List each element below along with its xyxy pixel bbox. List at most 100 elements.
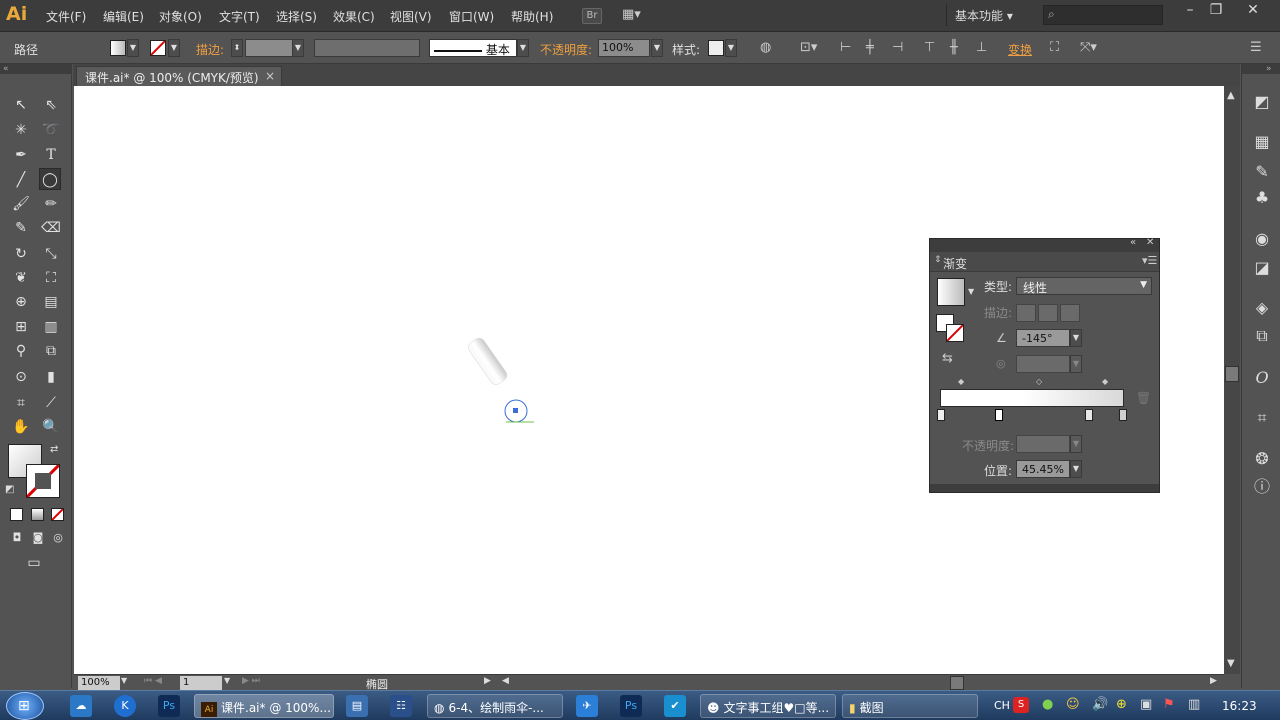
magic-wand-tool-icon[interactable]: ✳: [10, 119, 32, 141]
reverse-gradient-icon[interactable]: ⇆: [942, 351, 953, 366]
gradient-stop-4[interactable]: [1119, 409, 1127, 421]
tray-icon-alert[interactable]: ⚑: [1163, 697, 1175, 712]
taskbar-app-icon-2[interactable]: K: [114, 695, 136, 717]
artboard-number-field[interactable]: 1: [180, 676, 222, 690]
layers-icon[interactable]: ◈: [1250, 296, 1274, 320]
blob-brush-tool-icon[interactable]: ✎: [10, 217, 32, 239]
tray-icon-monitor[interactable]: ▣: [1140, 697, 1152, 712]
taskbar-app-icon-3[interactable]: ▤: [346, 695, 368, 717]
scroll-down-icon[interactable]: ▼: [1227, 658, 1235, 669]
align-center-icon[interactable]: ╪: [866, 40, 874, 55]
stroke-gradient-across-button[interactable]: [1060, 304, 1080, 322]
fill-dropdown-icon[interactable]: ▼: [127, 39, 139, 57]
zoom-field[interactable]: 100%: [78, 676, 120, 690]
slice-tool-icon[interactable]: ⟋: [40, 392, 62, 414]
search-input[interactable]: ⌕: [1043, 5, 1163, 25]
align-bottom-icon[interactable]: ⊥: [976, 40, 987, 55]
pencil-tool-icon[interactable]: ✏: [40, 193, 62, 215]
mesh-tool-icon[interactable]: ⊞: [10, 316, 32, 338]
angle-field[interactable]: -145°: [1016, 329, 1070, 347]
stroke-color-box[interactable]: [26, 464, 60, 498]
midpoint-diamond-3[interactable]: ◆: [1102, 377, 1108, 386]
paintbrush-tool-icon[interactable]: 🖌: [10, 193, 32, 215]
scale-tool-icon[interactable]: ⤡: [40, 243, 62, 265]
menu-help[interactable]: 帮助(H): [511, 8, 553, 25]
opacity-label[interactable]: 不透明度:: [540, 41, 592, 58]
panel-stroke-box[interactable]: [946, 324, 964, 342]
default-colors-icon[interactable]: ◩: [5, 484, 14, 495]
pen-tool-icon[interactable]: ✒: [10, 144, 32, 166]
gradient-stop-1[interactable]: [937, 409, 945, 421]
qq-tray-icon[interactable]: ☺: [1066, 697, 1080, 712]
vertical-scroll-thumb[interactable]: [1225, 366, 1239, 382]
taskbar-app-icon-1[interactable]: ☁: [70, 695, 92, 717]
gradient-panel-menu-icon[interactable]: ▾☰: [1142, 254, 1157, 267]
angle-dropdown-icon[interactable]: ▼: [1070, 329, 1082, 347]
opacity-field[interactable]: 100%: [598, 39, 650, 57]
selection-tool-icon[interactable]: ↖: [10, 94, 32, 116]
align-middle-icon[interactable]: ╫: [950, 40, 958, 55]
menu-effect[interactable]: 效果(C): [333, 8, 375, 25]
lasso-tool-icon[interactable]: ➰: [40, 119, 62, 141]
midpoint-diamond-2[interactable]: ◇: [1036, 377, 1042, 386]
aspect-ratio-dropdown-icon[interactable]: ▼: [1070, 355, 1082, 373]
horizontal-scroll-thumb[interactable]: [950, 676, 964, 690]
umbrella-handle-shape[interactable]: [466, 336, 509, 387]
bridge-button[interactable]: Br: [582, 8, 602, 24]
panel-menu-icon[interactable]: ☰: [1250, 40, 1262, 55]
opacity-dropdown-icon[interactable]: ▼: [651, 39, 663, 57]
transparency-icon[interactable]: ◪: [1250, 256, 1274, 280]
stroke-weight-label[interactable]: 描边:: [196, 41, 224, 58]
stroke-panel-icon[interactable]: ◉: [1250, 227, 1274, 251]
input-method-icon[interactable]: S: [1013, 697, 1029, 713]
menu-window[interactable]: 窗口(W): [449, 8, 494, 25]
stroke-dropdown-icon[interactable]: ▼: [168, 39, 180, 57]
network-tray-icon[interactable]: ▥: [1188, 697, 1200, 712]
status-menu-icon[interactable]: ▶: [484, 676, 491, 686]
zoom-dropdown-icon[interactable]: ▼: [121, 676, 127, 685]
direct-selection-tool-icon[interactable]: ⇖: [40, 94, 62, 116]
close-button[interactable]: ✕: [1238, 2, 1268, 24]
taskbar-app-icon-5[interactable]: ✈: [576, 695, 598, 717]
gradient-slider-bar[interactable]: [940, 389, 1124, 407]
vertical-scrollbar[interactable]: ▲ ▼: [1224, 86, 1240, 674]
stroke-gradient-along-button[interactable]: [1038, 304, 1058, 322]
restore-button[interactable]: ❐: [1201, 2, 1231, 24]
taskbar-task-chat[interactable]: ☻ 文字事工组♥□等...: [700, 694, 836, 718]
location-dropdown-icon[interactable]: ▼: [1070, 460, 1082, 478]
scroll-right-icon[interactable]: ▶: [1210, 676, 1217, 686]
symbol-sprayer-tool-icon[interactable]: ⊙: [10, 366, 32, 388]
location-field[interactable]: 45.45%: [1016, 460, 1070, 478]
gradient-tool-icon[interactable]: ▥: [40, 316, 62, 338]
menu-view[interactable]: 视图(V): [390, 8, 432, 25]
brush-definition[interactable]: 基本: [429, 39, 517, 57]
taskbar-app-icon-4[interactable]: ☷: [390, 695, 412, 717]
wechat-tray-icon[interactable]: ●: [1042, 697, 1053, 712]
transform-options-icon[interactable]: ⤧▾: [1080, 40, 1097, 55]
gradient-preset-dropdown-icon[interactable]: ▼: [968, 287, 974, 296]
document-tab[interactable]: 课件.ai* @ 100% (CMYK/预览) ×: [76, 66, 282, 86]
stroke-weight-stepper[interactable]: ⬍: [231, 39, 243, 57]
stroke-weight-dropdown-icon[interactable]: ▼: [292, 39, 304, 57]
draw-behind-icon[interactable]: ◙: [27, 527, 49, 549]
artboard-tool-icon[interactable]: ⌗: [10, 392, 32, 414]
align-to-icon[interactable]: ⊡▾: [800, 40, 817, 55]
ellipse-center-point[interactable]: [513, 408, 518, 413]
ellipse-tool-icon[interactable]: ◯: [39, 168, 61, 190]
photoshop-icon[interactable]: Ps: [158, 695, 180, 717]
arrange-documents-icon[interactable]: ▦▾: [622, 7, 641, 22]
column-graph-tool-icon[interactable]: ▮: [40, 366, 62, 388]
symbols-icon[interactable]: ♣: [1250, 186, 1274, 210]
draw-inside-icon[interactable]: ◎: [47, 527, 69, 549]
eraser-tool-icon[interactable]: ⌫: [40, 217, 62, 239]
menu-file[interactable]: 文件(F): [46, 8, 86, 25]
align-top-icon[interactable]: ⊤: [924, 40, 935, 55]
stroke-weight-field[interactable]: [245, 39, 293, 57]
line-tool-icon[interactable]: ╱: [10, 169, 32, 191]
fill-swatch[interactable]: [110, 40, 126, 56]
taskbar-task-folder[interactable]: ▮ 截图: [842, 694, 978, 718]
align-right-icon[interactable]: ⊣: [892, 40, 903, 55]
dock-expand-icon[interactable]: »: [1242, 64, 1280, 74]
taskbar-task-browser[interactable]: ◍ 6-4、绘制雨伞-...: [427, 694, 563, 718]
color-mode-icon[interactable]: [10, 508, 23, 521]
